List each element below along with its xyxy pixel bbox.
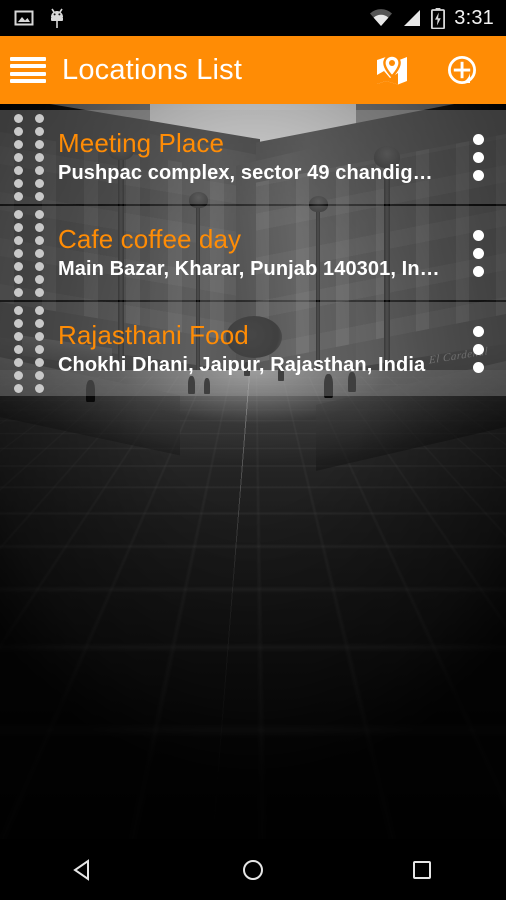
- battery-charging-icon: [431, 7, 446, 29]
- toolbar-actions: [370, 48, 506, 92]
- list-item-text: Rajasthani Food Chokhi Dhani, Jaipur, Ra…: [58, 319, 450, 379]
- list-item-text: Cafe coffee day Main Bazar, Kharar, Punj…: [58, 223, 450, 283]
- back-triangle-icon[interactable]: [42, 839, 126, 900]
- image-icon: [14, 8, 34, 28]
- hamburger-menu-icon[interactable]: [10, 57, 46, 83]
- list-item-subtitle: Chokhi Dhani, Jaipur, Rajasthan, India: [58, 354, 426, 376]
- android-debug-icon: [48, 7, 66, 29]
- overflow-menu-icon[interactable]: [450, 206, 506, 300]
- list-item[interactable]: Meeting Place Pushpac complex, sector 49…: [0, 110, 506, 204]
- overflow-menu-icon[interactable]: [450, 302, 506, 396]
- drag-handle-icon[interactable]: [0, 302, 58, 396]
- locations-list: Meeting Place Pushpac complex, sector 49…: [0, 110, 506, 398]
- add-location-icon[interactable]: [440, 48, 484, 92]
- status-bar: 3:31: [0, 0, 506, 36]
- overflow-menu-icon[interactable]: [450, 110, 506, 204]
- list-item-subtitle: Pushpac complex, sector 49 chandigarh: [58, 162, 442, 184]
- list-item-title: Cafe coffee day: [58, 224, 242, 254]
- list-item-title: Rajasthani Food: [58, 320, 249, 350]
- list-item-text: Meeting Place Pushpac complex, sector 49…: [58, 127, 450, 187]
- drag-handle-icon[interactable]: [0, 206, 58, 300]
- status-bar-left-icons: [0, 7, 66, 29]
- android-navigation-bar: [0, 839, 506, 900]
- cell-signal-icon: [402, 8, 422, 28]
- status-bar-clock: 3:31: [454, 6, 494, 29]
- list-item-subtitle: Main Bazar, Kharar, Punjab 140301, India: [58, 258, 442, 280]
- status-bar-right-icons: 3:31: [369, 7, 506, 30]
- list-item-title: Meeting Place: [58, 128, 225, 158]
- home-circle-icon[interactable]: [211, 839, 295, 900]
- map-pin-icon[interactable]: [370, 48, 414, 92]
- drag-handle-icon[interactable]: [0, 110, 58, 204]
- list-item[interactable]: Rajasthani Food Chokhi Dhani, Jaipur, Ra…: [0, 302, 506, 396]
- app-toolbar: Locations List: [0, 36, 506, 104]
- wifi-icon: [369, 8, 393, 28]
- app-screen: El Cardenal 3:31 Locations List Meeting …: [0, 0, 506, 900]
- recents-square-icon[interactable]: [380, 839, 464, 900]
- list-item[interactable]: Cafe coffee day Main Bazar, Kharar, Punj…: [0, 206, 506, 300]
- page-title: Locations List: [62, 53, 243, 86]
